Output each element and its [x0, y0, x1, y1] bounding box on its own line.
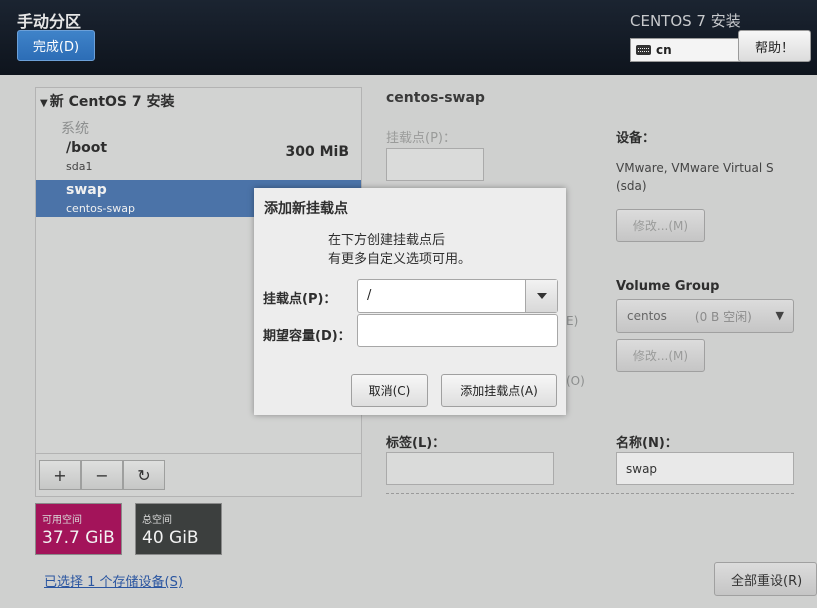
- partition-device: centos-swap: [66, 202, 135, 215]
- chevron-down-icon: [537, 293, 547, 299]
- hidden-label-fragment: (O): [566, 374, 585, 388]
- name-label: 名称(N)：: [616, 436, 678, 451]
- partition-toolbar: + − ↻: [36, 453, 361, 496]
- divider: [386, 493, 794, 494]
- mount-point-field[interactable]: [386, 148, 484, 181]
- partition-row-boot[interactable]: /boot sda1 300 MiB: [36, 138, 361, 175]
- partition-size: 300 MiB: [285, 144, 350, 160]
- volume-group-name: centos: [627, 309, 667, 323]
- install-heading[interactable]: ▼ 新 CentOS 7 安装: [40, 91, 174, 111]
- cancel-button[interactable]: 取消(C): [351, 374, 428, 407]
- dialog-description-line: 有更多自定义选项可用。: [328, 252, 472, 267]
- volume-group-free: (0 B 空闲): [694, 309, 752, 324]
- help-button[interactable]: 帮助！: [738, 30, 811, 62]
- free-space-box: 可用空间 37.7 GiB: [35, 503, 122, 555]
- add-partition-button[interactable]: +: [39, 460, 81, 490]
- dialog-description: 在下方创建挂载点后 有更多自定义选项可用。: [328, 231, 471, 269]
- add-mount-point-button[interactable]: 添加挂载点(A): [441, 374, 557, 407]
- volume-group-modify-button[interactable]: 修改...(M): [616, 339, 705, 372]
- device-text: VMware, VMware Virtual S (sda): [616, 159, 774, 195]
- volume-group-select[interactable]: centos (0 B 空闲) ▼: [616, 299, 794, 333]
- desired-capacity-input[interactable]: [357, 314, 558, 347]
- refresh-button[interactable]: ↻: [123, 460, 165, 490]
- device-sub: (sda): [616, 179, 647, 193]
- chevron-down-icon: ▼: [775, 309, 784, 322]
- page-title: 手动分区: [17, 12, 82, 31]
- install-heading-label: 新 CentOS 7 安装: [49, 94, 175, 110]
- mount-point-value: /: [367, 288, 372, 303]
- total-space-value: 40 GiB: [142, 528, 199, 548]
- keyboard-layout-label: cn: [656, 43, 672, 57]
- total-space-box: 总空间 40 GiB: [135, 503, 222, 555]
- dialog-description-line: 在下方创建挂载点后: [328, 233, 446, 248]
- volume-group-label: Volume Group: [616, 279, 720, 294]
- dialog-capacity-label: 期望容量(D)：: [263, 329, 351, 344]
- device-name: VMware, VMware Virtual S: [616, 161, 774, 175]
- keyboard-layout-indicator[interactable]: cn: [630, 38, 740, 62]
- device-modify-button[interactable]: 修改...(M): [616, 209, 705, 242]
- header-bar: 手动分区 完成(D) CENTOS 7 安装 cn 帮助！: [0, 0, 817, 75]
- mount-point-combo[interactable]: /: [357, 279, 558, 313]
- add-mount-point-dialog: 添加新挂载点 在下方创建挂载点后 有更多自定义选项可用。 挂载点(P)： / 期…: [254, 188, 566, 415]
- partition-name: /boot: [66, 140, 108, 156]
- dialog-title: 添加新挂载点: [264, 201, 348, 217]
- keyboard-icon: [636, 45, 651, 55]
- tag-field[interactable]: [386, 452, 554, 485]
- name-field[interactable]: swap: [616, 452, 794, 485]
- dialog-mount-point-label: 挂载点(P)：: [263, 292, 337, 307]
- free-space-label: 可用空间: [42, 515, 82, 526]
- total-space-label: 总空间: [142, 515, 172, 526]
- partition-device: sda1: [66, 160, 93, 173]
- tag-label: 标签(L)：: [386, 436, 446, 451]
- expand-triangle-icon: ▼: [40, 98, 48, 109]
- mount-point-label: 挂载点(P)：: [386, 131, 456, 146]
- remove-partition-button[interactable]: −: [81, 460, 123, 490]
- reset-all-button[interactable]: 全部重设(R): [714, 562, 817, 596]
- storage-devices-link[interactable]: 已选择 1 个存储设备(S): [44, 571, 183, 590]
- hidden-label-fragment: E): [566, 314, 579, 328]
- selected-partition-title: centos-swap: [386, 90, 485, 106]
- device-label: 设备：: [616, 131, 656, 146]
- done-button[interactable]: 完成(D): [17, 30, 95, 61]
- system-group-label: 系统: [61, 121, 89, 137]
- mount-point-dropdown-button[interactable]: [525, 280, 557, 312]
- free-space-value: 37.7 GiB: [42, 528, 115, 548]
- product-title: CENTOS 7 安装: [630, 12, 741, 30]
- partition-name: swap: [66, 182, 107, 198]
